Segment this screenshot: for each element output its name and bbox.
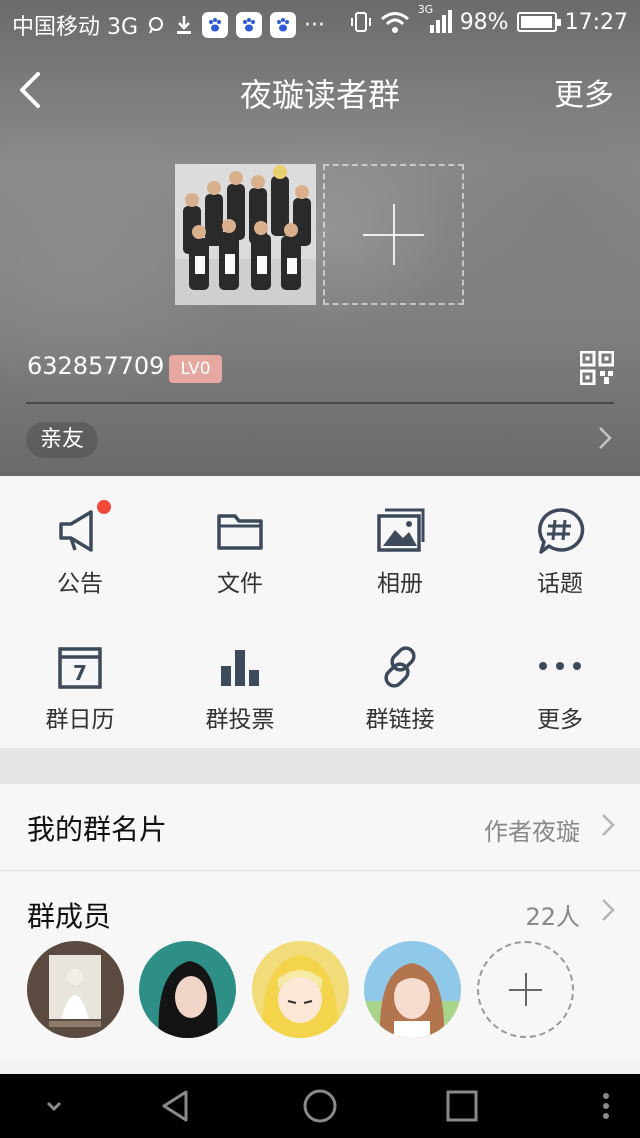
member-avatar[interactable] xyxy=(139,941,236,1038)
recent-apps-icon[interactable] xyxy=(444,1088,480,1124)
feature-link[interactable]: 群链接 xyxy=(320,612,480,748)
vibrate-icon xyxy=(350,12,371,32)
member-avatar[interactable] xyxy=(27,941,124,1038)
download-icon xyxy=(177,16,192,34)
signal-icon: 3G xyxy=(418,3,452,35)
back-triangle-icon[interactable] xyxy=(158,1088,194,1124)
chevron-down-icon[interactable] xyxy=(36,1088,72,1124)
qr-code-icon[interactable] xyxy=(580,351,614,385)
header-divider xyxy=(26,402,614,404)
link-icon xyxy=(384,646,416,688)
more-notifications-icon: ··· xyxy=(304,12,326,38)
group-header: 中国移动 3G ··· 3G 98% 17:27 夜璇读者群 更多 632857… xyxy=(0,0,640,476)
members-title: 群成员 xyxy=(27,900,112,933)
feature-album[interactable]: 相册 xyxy=(320,476,480,612)
page-title: 夜璇读者群 xyxy=(239,76,400,114)
chat-bubble-icon xyxy=(149,17,164,34)
battery-percent: 98% xyxy=(459,9,509,35)
calendar-day: 7 xyxy=(73,661,87,685)
group-photo-image xyxy=(175,164,316,305)
vote-bar-icon xyxy=(221,650,259,686)
feature-label: 群链接 xyxy=(365,707,435,733)
feature-files[interactable]: 文件 xyxy=(160,476,320,612)
feature-label: 文件 xyxy=(217,571,263,597)
feature-vote[interactable]: 群投票 xyxy=(160,612,320,748)
add-member-button[interactable] xyxy=(477,941,574,1038)
system-navigation-bar xyxy=(0,1074,640,1138)
group-number: 632857709 xyxy=(27,352,165,380)
section-gap xyxy=(0,748,640,784)
group-tag[interactable]: 亲友 xyxy=(26,422,99,458)
topic-hashtag-icon xyxy=(538,508,585,554)
feature-grid: 公告 文件 相册 话题 7 群日历 群投票 群链接 更多 xyxy=(0,476,640,748)
feature-label: 更多 xyxy=(537,707,583,733)
members-section: 群成员 22人 xyxy=(0,870,640,1060)
notification-dot xyxy=(97,500,111,514)
battery-icon xyxy=(516,12,561,32)
feature-calendar[interactable]: 7 群日历 xyxy=(0,612,160,748)
feature-topic[interactable]: 话题 xyxy=(480,476,640,612)
nav-bar: 夜璇读者群 更多 xyxy=(0,60,640,120)
more-dots-icon xyxy=(539,662,581,670)
chevron-right-icon xyxy=(602,814,615,836)
feature-label: 话题 xyxy=(537,571,583,597)
folder-icon xyxy=(217,514,263,550)
clock: 17:27 xyxy=(564,9,628,35)
member-avatar[interactable] xyxy=(364,941,461,1038)
my-group-card-row[interactable]: 我的群名片 作者夜璇 xyxy=(0,784,640,870)
feature-label: 公告 xyxy=(57,571,103,597)
more-button[interactable]: 更多 xyxy=(554,70,614,114)
carrier-label: 中国移动 3G xyxy=(12,15,139,40)
group-photo[interactable] xyxy=(175,164,316,305)
wifi-icon xyxy=(380,12,409,33)
feature-label: 相册 xyxy=(377,571,423,597)
members-count: 22人 xyxy=(525,903,580,931)
level-badge: LV0 xyxy=(169,355,222,383)
member-avatar[interactable] xyxy=(252,941,349,1038)
feature-more[interactable]: 更多 xyxy=(480,612,640,748)
status-bar: 中国移动 3G ··· 3G 98% 17:27 xyxy=(0,0,640,46)
members-header[interactable]: 群成员 22人 xyxy=(0,871,640,933)
feature-label: 群日历 xyxy=(45,707,115,733)
add-photo-button[interactable] xyxy=(323,164,464,305)
calendar-icon: 7 xyxy=(58,647,102,689)
megaphone-icon xyxy=(59,510,93,552)
chevron-right-icon[interactable] xyxy=(596,424,614,452)
chevron-right-icon xyxy=(602,899,615,921)
baidu-paw-icon xyxy=(202,12,229,38)
feature-label: 群投票 xyxy=(205,707,275,733)
baidu-paw-icon xyxy=(236,12,263,38)
home-circle-icon[interactable] xyxy=(302,1088,338,1124)
feature-announcement[interactable]: 公告 xyxy=(0,476,160,612)
my-card-title: 我的群名片 xyxy=(27,813,168,846)
baidu-paw-icon xyxy=(270,12,297,38)
my-card-value: 作者夜璇 xyxy=(484,818,580,846)
overflow-menu-icon[interactable] xyxy=(588,1088,624,1124)
album-icon xyxy=(377,508,425,552)
